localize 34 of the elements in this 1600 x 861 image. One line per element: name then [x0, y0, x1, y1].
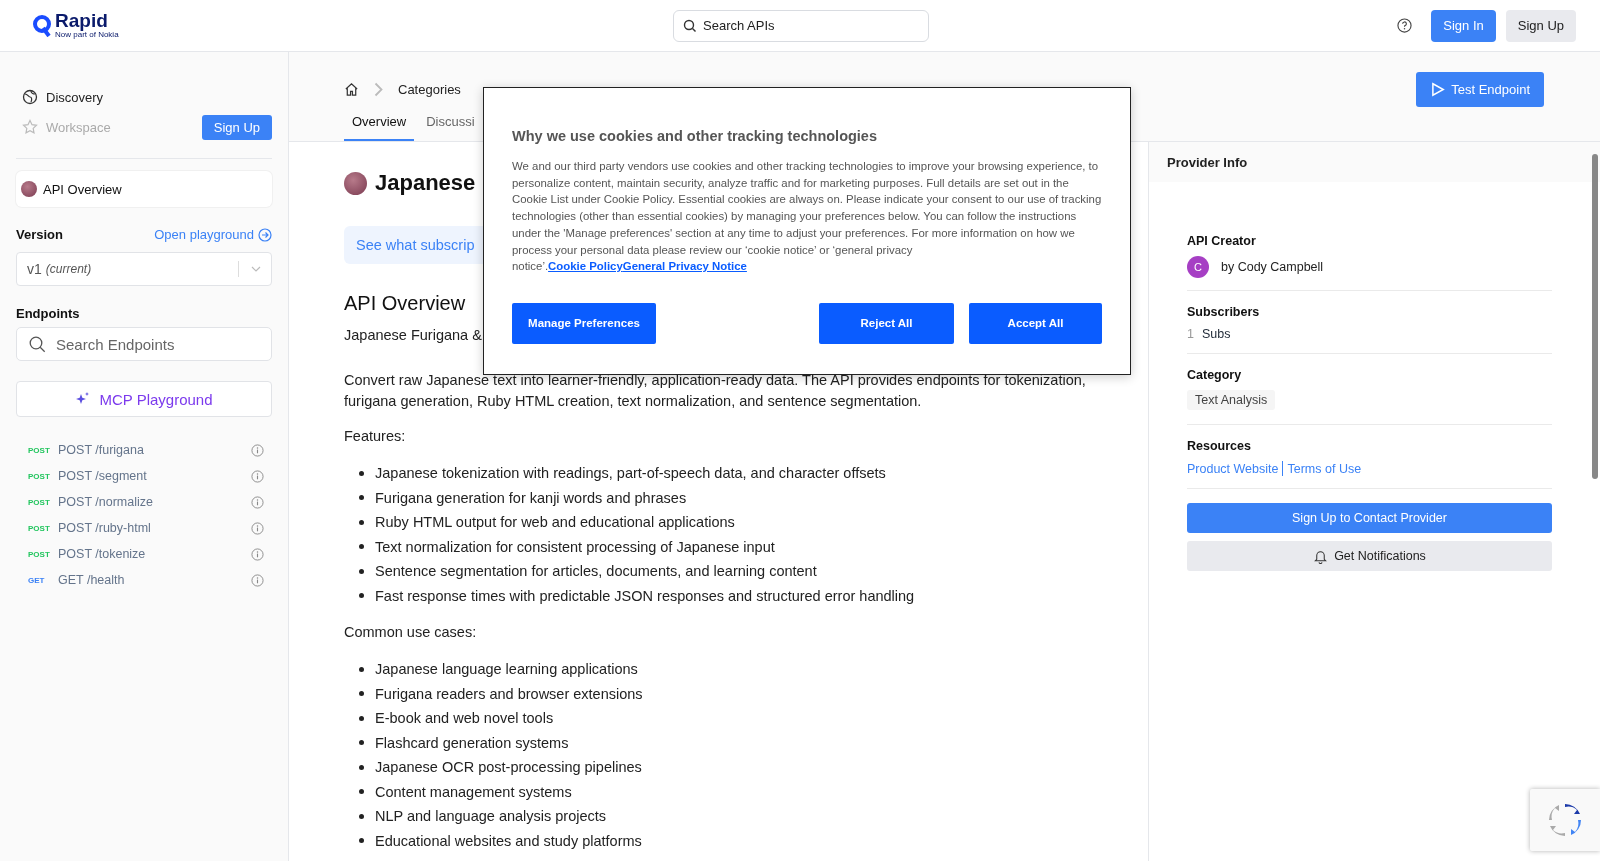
use-case-item: Educational websites and study platforms — [375, 831, 642, 850]
feature-item: Ruby HTML output for web and educational applications — [375, 513, 735, 532]
use-case-item: Furigana readers and browser extensions — [375, 684, 643, 703]
use-case-item: E-book and web novel tools — [375, 709, 554, 728]
feature-item: Furigana generation for kanji words and phrases — [375, 488, 687, 507]
panel-title: Provider Info — [1149, 142, 1600, 182]
subscriber-count: 1 — [1187, 327, 1194, 341]
use-case-item: Japanese language learning applications — [375, 660, 638, 679]
feature-item: Text normalization for consistent processing of Japanese input — [375, 537, 775, 556]
endpoints-label: Endpoints — [16, 306, 81, 321]
dialog-title: Why we use cookies and other tracking technologies — [512, 128, 878, 144]
section-heading: API Overview — [344, 292, 467, 315]
subscriber-unit: Subs — [1201, 327, 1231, 341]
subtitle: Japanese Furigana & — [344, 326, 482, 345]
feature-item: Japanese tokenization with readings, part-of-speech data, and character offsets — [375, 464, 886, 483]
section-label: Resources — [1187, 439, 1252, 453]
section-label: API Creator — [1187, 234, 1257, 248]
use-cases-label: Common use cases: — [344, 623, 477, 642]
feature-item: Sentence segmentation for articles, documents, and learning content — [375, 562, 817, 581]
avatar: C — [1187, 256, 1209, 278]
logo-name: Rapid — [55, 12, 109, 30]
use-case-item: Flashcard generation systems — [375, 733, 569, 752]
version-label: Version — [16, 227, 63, 242]
dialog-text: We and our third party vendors use cookies and other tracking technologies to improve your browsing experience, to personalize content, maintain security, analyze traffic and for marketing purposes. Full details are set out in the Cookie List under Cookie Policy. Essential cookies are always on. Please indicate your consent to our use of tracking technologies (other than essential cookies) by managing your preferences below. You can follow the instructions under the 'Manage preferences' section at any time to adjust your preferences. For more information on how we process your personal data please review our ‘cookie notice’ or ‘general privacy notice’.Cookie PolicyGeneral Privacy Notice — [512, 159, 1102, 275]
use-case-item: Japanese OCR post-processing pipelines — [375, 758, 642, 777]
section-label: Subscribers — [1187, 305, 1261, 319]
api-title: Japanese — [375, 170, 476, 196]
section-label: Category — [1187, 368, 1243, 382]
logo-tagline: Now part of Nokia — [55, 30, 119, 39]
feature-item: Fast response times with predictable JSON responses and structured error handling — [375, 586, 915, 605]
use-case-item: Content management systems — [375, 782, 572, 801]
creator-name: by Cody Campbell — [1221, 260, 1324, 274]
use-case-item: NLP and language analysis projects — [375, 807, 607, 826]
features-label: Features: — [344, 427, 406, 446]
